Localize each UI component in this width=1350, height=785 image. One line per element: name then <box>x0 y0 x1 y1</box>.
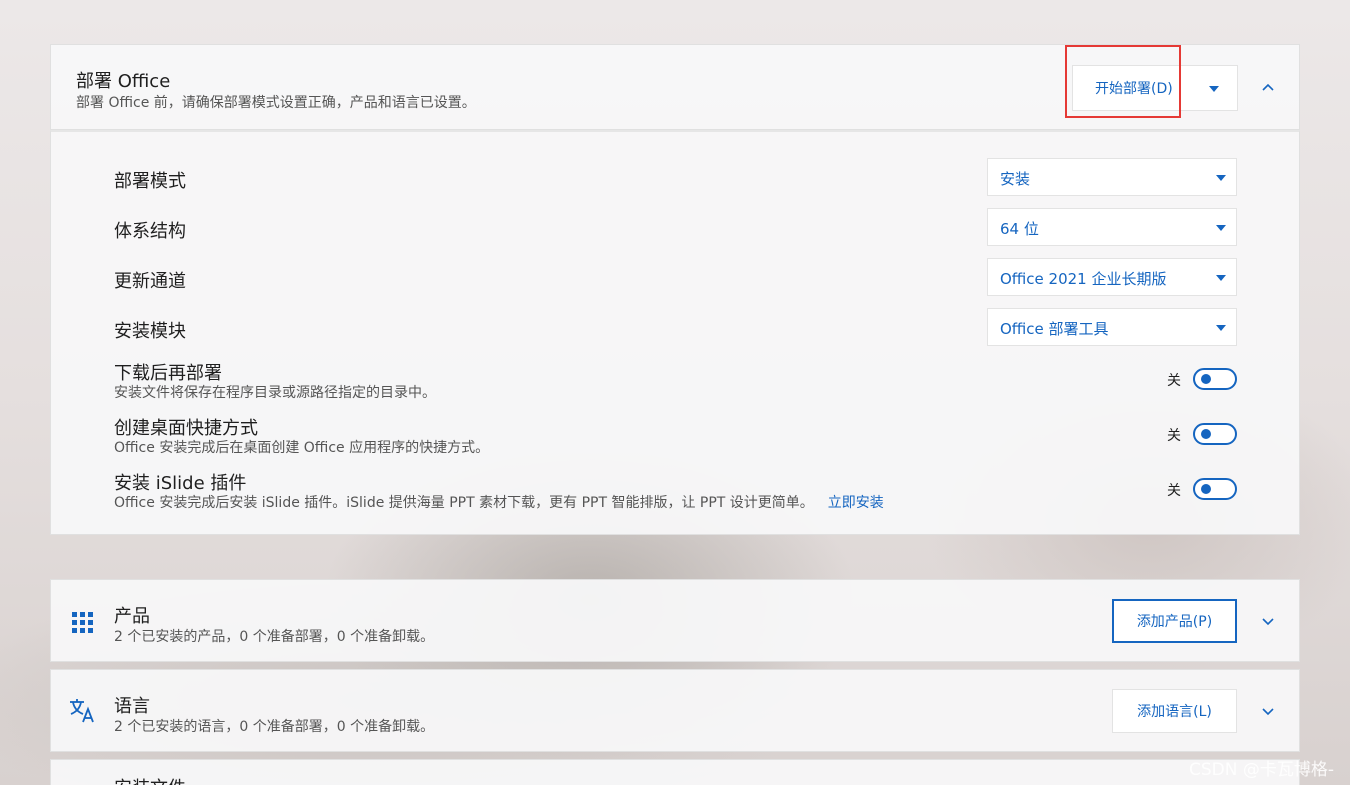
highlight-box <box>1065 45 1181 118</box>
toggle-knob <box>1201 484 1211 494</box>
toggle-desc-desktop-shortcut: Office 安装完成后在桌面创建 Office 应用程序的快捷方式。 <box>114 440 490 456</box>
deploy-settings-panel: 部署模式 安装 体系结构 64 位 更新通道 Office 2021 企业长期版… <box>50 130 1300 535</box>
deploy-mode-value: 安装 <box>1000 170 1031 188</box>
install-files-title: 安装文件 <box>114 774 186 785</box>
install-module-select[interactable]: Office 部署工具 <box>987 308 1237 346</box>
languages-card: 语言 2 个已安装的语言，0 个准备部署，0 个准备卸载。 添加语言(L) <box>50 669 1300 752</box>
install-files-card: 安装文件 <box>50 759 1300 785</box>
watermark: CSDN @卡瓦博格- <box>1188 760 1334 780</box>
islide-toggle[interactable] <box>1193 478 1237 500</box>
deploy-title: 部署 Office <box>76 71 171 92</box>
setting-label-channel: 更新通道 <box>114 271 186 292</box>
architecture-select[interactable]: 64 位 <box>987 208 1237 246</box>
products-description: 2 个已安装的产品，0 个准备部署，0 个准备卸载。 <box>114 629 435 645</box>
install-module-value: Office 部署工具 <box>1000 320 1109 338</box>
update-channel-value: Office 2021 企业长期版 <box>1000 270 1167 288</box>
architecture-value: 64 位 <box>1000 220 1039 238</box>
dropdown-arrow-icon <box>1216 325 1226 331</box>
languages-description: 2 个已安装的语言，0 个准备部署，0 个准备卸载。 <box>114 719 435 735</box>
dropdown-arrow-icon <box>1216 225 1226 231</box>
chevron-down-icon[interactable] <box>1259 702 1277 720</box>
toggle-desc-download-first: 安装文件将保存在程序目录或源路径指定的目录中。 <box>114 385 436 401</box>
toggle-desc-islide: Office 安装完成后安装 iSlide 插件。iSlide 提供海量 PPT… <box>114 495 814 511</box>
desktop-shortcut-toggle[interactable] <box>1193 423 1237 445</box>
translate-icon <box>70 699 94 723</box>
dropdown-arrow-icon <box>1216 275 1226 281</box>
products-card: 产品 2 个已安装的产品，0 个准备部署，0 个准备卸载。 添加产品(P) <box>50 579 1300 662</box>
setting-label-architecture: 体系结构 <box>114 221 186 242</box>
download-first-toggle[interactable] <box>1193 368 1237 390</box>
install-now-link[interactable]: 立即安装 <box>828 495 884 511</box>
deploy-options-dropdown-icon[interactable] <box>1209 86 1219 92</box>
deploy-description: 部署 Office 前，请确保部署模式设置正确，产品和语言已设置。 <box>76 95 476 111</box>
chevron-down-icon[interactable] <box>1259 612 1277 630</box>
toggle-state-islide: 关 <box>1167 483 1181 499</box>
add-product-button[interactable]: 添加产品(P) <box>1112 599 1237 643</box>
toggle-state-download-first: 关 <box>1167 373 1181 389</box>
toggle-knob <box>1201 429 1211 439</box>
toggle-desc-islide-row: Office 安装完成后安装 iSlide 插件。iSlide 提供海量 PPT… <box>114 492 884 512</box>
add-language-button[interactable]: 添加语言(L) <box>1112 689 1237 733</box>
update-channel-select[interactable]: Office 2021 企业长期版 <box>987 258 1237 296</box>
languages-title: 语言 <box>114 696 150 717</box>
toggle-state-desktop-shortcut: 关 <box>1167 428 1181 444</box>
grid-icon <box>72 612 93 633</box>
setting-label-mode: 部署模式 <box>114 171 186 192</box>
dropdown-arrow-icon <box>1216 175 1226 181</box>
setting-label-module: 安装模块 <box>114 321 186 342</box>
products-title: 产品 <box>114 606 150 627</box>
toggle-knob <box>1201 374 1211 384</box>
deploy-mode-select[interactable]: 安装 <box>987 158 1237 196</box>
chevron-up-icon[interactable] <box>1259 79 1277 97</box>
